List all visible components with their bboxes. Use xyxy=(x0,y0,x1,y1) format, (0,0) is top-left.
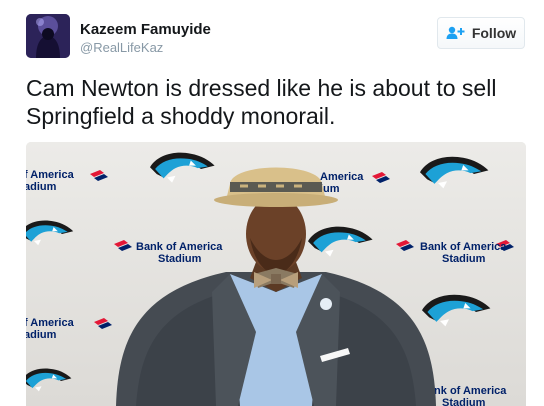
add-user-icon xyxy=(446,26,465,39)
svg-text:f America: f America xyxy=(26,317,75,329)
author-handle[interactable]: @RealLifeKaz xyxy=(80,40,163,55)
svg-text:America: America xyxy=(320,171,364,183)
avatar-image xyxy=(26,14,70,58)
svg-text:adium: adium xyxy=(26,181,57,193)
tweet-text-line-2: Springfield a shoddy monorail. xyxy=(26,103,336,129)
author-avatar[interactable] xyxy=(26,14,70,58)
author-name[interactable]: Kazeem Famuyide xyxy=(80,21,211,38)
svg-text:Bank of America: Bank of America xyxy=(136,241,223,253)
svg-text:Bank of America: Bank of America xyxy=(420,241,507,253)
tweet-photo[interactable]: f America adium f America adium America … xyxy=(26,142,526,406)
svg-text:f America: f America xyxy=(26,169,75,181)
press-conference-photo: f America adium f America adium America … xyxy=(26,142,526,406)
svg-text:Stadium: Stadium xyxy=(158,253,202,265)
svg-text:Stadium: Stadium xyxy=(442,397,486,406)
svg-text:adium: adium xyxy=(26,329,57,341)
svg-text:Stadium: Stadium xyxy=(442,253,486,265)
follow-label: Follow xyxy=(471,25,517,41)
follow-button[interactable]: Follow xyxy=(437,17,525,49)
tweet-text: Cam Newton is dressed like he is about t… xyxy=(26,74,526,130)
tweet-text-line-1: Cam Newton is dressed like he is about t… xyxy=(26,75,497,101)
